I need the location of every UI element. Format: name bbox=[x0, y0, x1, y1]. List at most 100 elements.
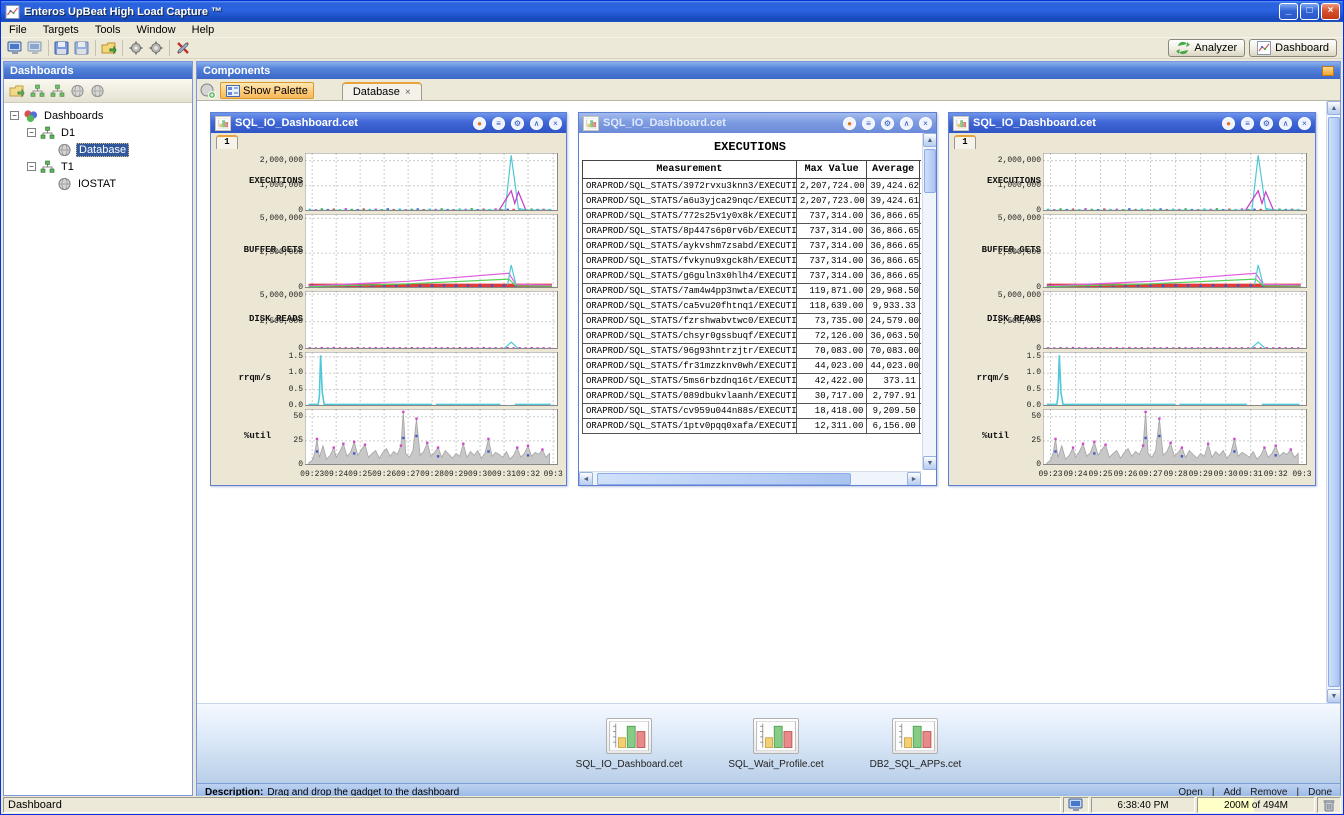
table-col-header[interactable]: Measurement bbox=[583, 161, 797, 179]
table-row[interactable]: ORAPROD/SQL_STATS/5ms6rbzdnq16t/EXECUTIO… bbox=[583, 374, 922, 389]
table-vertical-scrollbar[interactable]: ▲ ▼ bbox=[922, 133, 936, 470]
menu-item-tools[interactable]: Tools bbox=[87, 23, 129, 37]
scroll-down-icon[interactable]: ▼ bbox=[1327, 689, 1340, 703]
table-row[interactable]: ORAPROD/SQL_STATS/chsyr0gssbuqf/EXECUTIO… bbox=[583, 329, 922, 344]
gadget-title-bar[interactable]: SQL_IO_Dashboard.cet ● ≡ ⚙ ∧ × bbox=[211, 113, 566, 133]
maximize-button[interactable]: □ bbox=[1300, 3, 1319, 20]
sphere-remove-icon[interactable] bbox=[88, 83, 106, 99]
table-row[interactable]: ORAPROD/SQL_STATS/ca5vu20fhtnq1/EXECUTIO… bbox=[583, 299, 922, 314]
scroll-left-icon[interactable]: ◄ bbox=[579, 472, 593, 485]
gadget-menu-button[interactable]: ≡ bbox=[862, 117, 875, 130]
table-row[interactable]: ORAPROD/SQL_STATS/8p447s6p0rv6b/EXECUTIO… bbox=[583, 224, 922, 239]
show-palette-button[interactable]: Show Palette bbox=[220, 82, 314, 99]
status-time: 6:38:40 PM bbox=[1091, 797, 1195, 813]
settings-gear-icon[interactable] bbox=[127, 40, 145, 56]
add-node2-icon[interactable] bbox=[48, 83, 66, 99]
table-row[interactable]: ORAPROD/SQL_STATS/g6guln3x0hlh4/EXECUTIO… bbox=[583, 269, 922, 284]
add-node-icon[interactable] bbox=[28, 83, 46, 99]
menu-item-targets[interactable]: Targets bbox=[35, 23, 87, 37]
gadget-tools-button[interactable]: ⚙ bbox=[881, 117, 894, 130]
gadget-close-button[interactable]: × bbox=[549, 117, 562, 130]
gadget-title-bar[interactable]: SQL_IO_Dashboard.cet ● ≡ ⚙ ∧ × bbox=[949, 113, 1315, 133]
gadget-menu-button[interactable]: ≡ bbox=[1241, 117, 1254, 130]
scroll-down-icon[interactable]: ▼ bbox=[923, 456, 936, 470]
record-button[interactable]: ● bbox=[843, 117, 856, 130]
disconnect-target-icon[interactable] bbox=[26, 40, 44, 56]
table-col-header[interactable]: Max Value bbox=[796, 161, 867, 179]
table-cell: 36,063.50 bbox=[867, 329, 919, 344]
tree-expander-icon[interactable]: − bbox=[27, 162, 36, 171]
dashboard-button[interactable]: Dashboard bbox=[1249, 39, 1337, 57]
table-row[interactable]: ORAPROD/SQL_STATS/3972rvxu3knn3/EXECUTIO… bbox=[583, 179, 922, 194]
sphere-icon[interactable] bbox=[68, 83, 86, 99]
gadget-close-button[interactable]: × bbox=[919, 117, 932, 130]
tree-expander-icon[interactable]: − bbox=[10, 111, 19, 120]
table-row[interactable]: ORAPROD/SQL_STATS/fzrshwabvtwc0/EXECUTIO… bbox=[583, 314, 922, 329]
gadget-add-icon[interactable] bbox=[199, 82, 216, 99]
tree-item-label: IOSTAT bbox=[76, 178, 118, 190]
save-icon[interactable] bbox=[53, 40, 71, 56]
table-row[interactable]: ORAPROD/SQL_STATS/772s25v1y0x8k/EXECUTIO… bbox=[583, 209, 922, 224]
table-row[interactable]: ORAPROD/SQL_STATS/aykvshm7zsabd/EXECUTIO… bbox=[583, 239, 922, 254]
table-row[interactable]: ORAPROD/SQL_STATS/cv959u044n88s/EXECUTIO… bbox=[583, 404, 922, 419]
settings-gear2-icon[interactable] bbox=[147, 40, 165, 56]
table-row[interactable]: ORAPROD/SQL_STATS/7am4w4pp3nwta/EXECUTIO… bbox=[583, 284, 922, 299]
scroll-right-icon[interactable]: ► bbox=[907, 472, 921, 485]
analyzer-button[interactable]: Analyzer bbox=[1168, 39, 1245, 57]
tab-database[interactable]: Database × bbox=[342, 82, 422, 100]
gadget-tools-button[interactable]: ⚙ bbox=[511, 117, 524, 130]
open-dashboard-icon[interactable] bbox=[8, 83, 26, 99]
panel-minimize-icon[interactable] bbox=[1322, 66, 1334, 76]
leaf-icon bbox=[57, 177, 72, 191]
table-row[interactable]: ORAPROD/SQL_STATS/fvkynu9xgck8h/EXECUTIO… bbox=[583, 254, 922, 269]
ytick-label: 2,000,000 bbox=[243, 156, 303, 165]
menu-item-file[interactable]: File bbox=[1, 23, 35, 37]
tree-expander-icon[interactable]: − bbox=[27, 128, 36, 137]
tree-item-d1[interactable]: −D1 bbox=[4, 124, 192, 141]
record-button[interactable]: ● bbox=[473, 117, 486, 130]
table-horizontal-scrollbar[interactable]: ◄ ► bbox=[579, 471, 921, 485]
record-button[interactable]: ● bbox=[1222, 117, 1235, 130]
palette-gadget-sql-wait-profile-cet[interactable]: SQL_Wait_Profile.cet bbox=[728, 718, 823, 770]
scroll-up-icon[interactable]: ▲ bbox=[923, 133, 936, 147]
export-folder-icon[interactable] bbox=[100, 40, 118, 56]
gadget-collapse-button[interactable]: ∧ bbox=[530, 117, 543, 130]
table-row[interactable]: ORAPROD/SQL_STATS/a6u3yjca29nqc/EXECUTIO… bbox=[583, 194, 922, 209]
palette-gadget-sql-io-dashboard-cet[interactable]: SQL_IO_Dashboard.cet bbox=[576, 718, 683, 770]
gadget-collapse-button[interactable]: ∧ bbox=[1279, 117, 1292, 130]
tree-item-t1[interactable]: −T1 bbox=[4, 158, 192, 175]
gadget-tab-1[interactable]: 1 bbox=[216, 135, 238, 149]
save-all-icon[interactable] bbox=[73, 40, 91, 56]
gadget-tools-button[interactable]: ⚙ bbox=[1260, 117, 1273, 130]
tools-configure-icon[interactable] bbox=[174, 40, 192, 56]
table-cell bbox=[919, 209, 921, 224]
gadget-tab-1[interactable]: 1 bbox=[954, 135, 976, 149]
table-cell: 36,866.65 bbox=[867, 209, 919, 224]
table-row[interactable]: ORAPROD/SQL_STATS/089dbukvlaanh/EXECUTIO… bbox=[583, 389, 922, 404]
gadget-collapse-button[interactable]: ∧ bbox=[900, 117, 913, 130]
canvas-vertical-scrollbar[interactable]: ▲ ▼ bbox=[1326, 101, 1340, 703]
gadget-menu-button[interactable]: ≡ bbox=[492, 117, 505, 130]
close-button[interactable]: × bbox=[1321, 3, 1340, 20]
tree-item-dashboards[interactable]: −Dashboards bbox=[4, 107, 192, 124]
palette-gadget-db2-sql-apps-cet[interactable]: DB2_SQL_APPs.cet bbox=[870, 718, 962, 770]
connect-target-icon[interactable] bbox=[6, 40, 24, 56]
tree-item-iostat[interactable]: IOSTAT bbox=[4, 175, 192, 192]
gadget-sql-io-left: SQL_IO_Dashboard.cet ● ≡ ⚙ ∧ × 1 EXECUTI… bbox=[210, 112, 567, 486]
scroll-up-icon[interactable]: ▲ bbox=[1327, 101, 1340, 115]
gadget-close-button[interactable]: × bbox=[1298, 117, 1311, 130]
table-row[interactable]: ORAPROD/SQL_STATS/1ptv0pqq0xafa/EXECUTIO… bbox=[583, 419, 922, 434]
table-cell bbox=[919, 239, 921, 254]
table-row[interactable]: ORAPROD/SQL_STATS/96g93hntrzjtr/EXECUTIO… bbox=[583, 344, 922, 359]
gc-trash-cell[interactable] bbox=[1317, 797, 1341, 813]
tree-item-database[interactable]: Database bbox=[4, 141, 192, 158]
table-col-header[interactable]: Average bbox=[867, 161, 919, 179]
tab-close-icon[interactable]: × bbox=[405, 87, 411, 98]
memory-indicator[interactable]: 200M of 494M bbox=[1197, 797, 1315, 813]
gadget-title-bar[interactable]: SQL_IO_Dashboard.cet ● ≡ ⚙ ∧ × bbox=[579, 113, 936, 133]
table-col-header[interactable]: Co bbox=[919, 161, 921, 179]
menu-item-window[interactable]: Window bbox=[129, 23, 184, 37]
menu-item-help[interactable]: Help bbox=[184, 23, 223, 37]
minimize-button[interactable]: _ bbox=[1279, 3, 1298, 20]
table-row[interactable]: ORAPROD/SQL_STATS/fr31mzzknv0wh/EXECUTIO… bbox=[583, 359, 922, 374]
